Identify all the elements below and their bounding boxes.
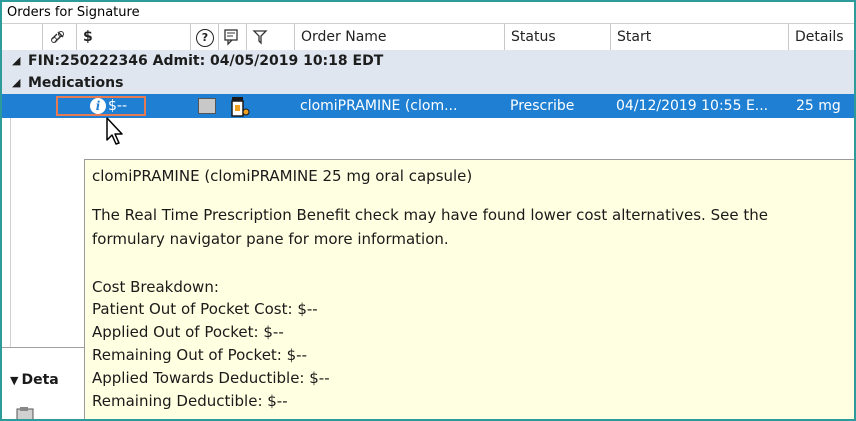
info-icon[interactable]: i [90, 98, 106, 114]
details-panel-header[interactable]: ▼ Deta [10, 372, 59, 388]
header-start[interactable]: Start [610, 24, 788, 50]
window-title: Orders for Signature [2, 2, 854, 24]
tooltip-title: clomiPRAMINE (clomiPRAMINE 25 mg oral ca… [92, 167, 473, 185]
flag-icon [251, 30, 269, 50]
encounter-group-row[interactable]: ◢ FIN:250222346 Admit: 04/05/2019 10:18 … [2, 50, 854, 72]
collapse-triangle-icon[interactable]: ◢ [12, 50, 20, 72]
header-link-column[interactable] [42, 24, 76, 50]
order-status-cell[interactable]: Prescribe [510, 94, 574, 118]
tooltip-cost-header: Cost Breakdown: [92, 278, 219, 296]
tooltip-message-line-1: The Real Time Prescription Benefit check… [92, 206, 768, 224]
note-icon [223, 29, 241, 50]
header-question-column[interactable]: ? [190, 24, 218, 50]
panel-divider [2, 347, 84, 348]
tooltip-patient-oop: Patient Out of Pocket Cost: $-- [92, 300, 318, 318]
order-name-cell[interactable]: clomiPRAMINE (clom... [300, 94, 457, 118]
details-label: Deta [21, 372, 59, 388]
collapse-triangle-icon[interactable]: ◢ [12, 72, 20, 94]
medications-label: Medications [28, 75, 124, 91]
tree-guide-line [10, 118, 11, 347]
header-cost-column[interactable]: $ [76, 24, 190, 50]
checkbox-icon[interactable] [198, 98, 216, 114]
cost-tooltip: clomiPRAMINE (clomiPRAMINE 25 mg oral ca… [84, 159, 854, 419]
mouse-cursor-icon [105, 116, 127, 150]
header-spacer [2, 24, 42, 50]
header-status[interactable]: Status [504, 24, 610, 50]
header-details[interactable]: Details [788, 24, 854, 50]
header-order-name[interactable]: Order Name [294, 24, 504, 50]
order-start-cell[interactable]: 04/12/2019 10:55 E... [616, 94, 768, 118]
orders-for-signature-window: Orders for Signature $ ? Order Name Stat… [0, 0, 856, 421]
tooltip-applied-deductible: Applied Towards Deductible: $-- [92, 369, 330, 387]
dollar-icon: $ [83, 29, 93, 45]
medications-group-row[interactable]: ◢ Medications [2, 72, 854, 94]
expand-arrow-icon: ▼ [10, 374, 19, 387]
question-circle-icon: ? [196, 29, 214, 47]
order-details-cell[interactable]: 25 mg [796, 94, 841, 118]
details-tab-icon[interactable] [16, 406, 36, 419]
tooltip-remaining-oop: Remaining Out of Pocket: $-- [92, 346, 307, 364]
column-header-row: $ ? Order Name Status Start Details [2, 24, 854, 51]
pill-bottle-icon [230, 96, 250, 117]
tooltip-applied-oop: Applied Out of Pocket: $-- [92, 323, 284, 341]
link-chain-icon [49, 31, 67, 50]
header-note-column[interactable] [218, 24, 246, 50]
tooltip-message-line-2: formulary navigator pane for more inform… [92, 230, 449, 248]
tooltip-remaining-deductible: Remaining Deductible: $-- [92, 392, 288, 410]
header-flag-column[interactable] [246, 24, 294, 50]
encounter-fin-label: FIN:250222346 Admit: 04/05/2019 10:18 ED… [28, 53, 384, 69]
